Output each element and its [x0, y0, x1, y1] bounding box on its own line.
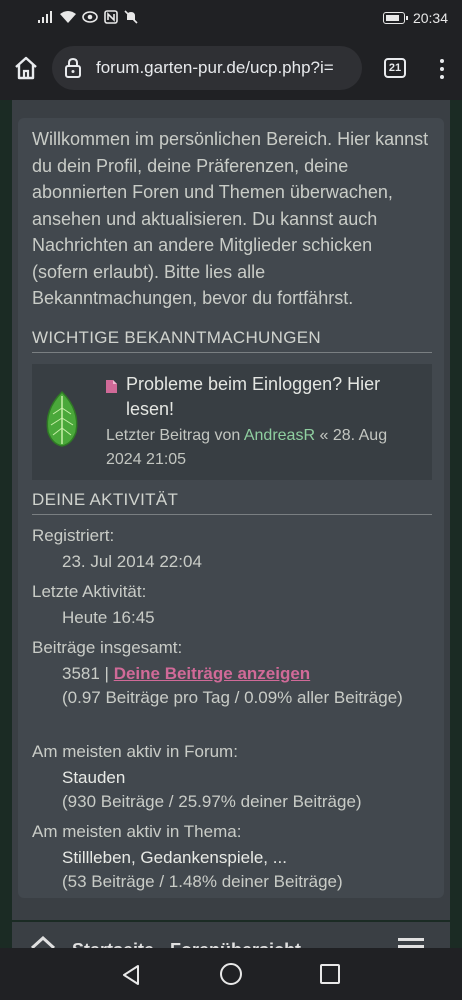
- home-circle-icon[interactable]: [220, 963, 242, 985]
- activity-heading: DEINE AKTIVITÄT: [32, 490, 179, 509]
- tab-switcher-button[interactable]: 21: [384, 58, 406, 78]
- status-bar: 20:34: [0, 0, 462, 38]
- battery-fill: [385, 15, 400, 21]
- eye-icon: [82, 11, 98, 27]
- address-bar[interactable]: forum.garten-pur.de/ucp.php?i=: [52, 46, 362, 90]
- divider: [32, 514, 432, 515]
- breadcrumb[interactable]: Startseite · Forenübersicht: [72, 940, 301, 948]
- footer-nav: Startseite · Forenübersicht: [0, 922, 462, 948]
- lock-icon: [64, 57, 82, 78]
- active-topic-value: Stillleben, Gedankenspiele, ... (53 Beit…: [62, 846, 432, 894]
- active-forum-stats: (930 Beiträge / 25.97% deiner Beiträge): [62, 792, 362, 811]
- page-content: Willkommen im persönlichen Bereich. Hier…: [0, 100, 462, 948]
- topic-title-link[interactable]: Probleme beim Einloggen? Hier lesen!: [126, 372, 426, 422]
- last-active-label: Letzte Aktivität:: [32, 582, 147, 601]
- last-post-info: Letzter Beitrag von AndreasR « 28. Aug 2…: [106, 424, 426, 472]
- signal-icon: [38, 11, 54, 27]
- battery-icon: [382, 12, 408, 24]
- wifi-icon: [60, 11, 76, 27]
- active-forum-value: Stauden (930 Beiträge / 25.97% deiner Be…: [62, 766, 432, 814]
- active-forum-label: Am meisten aktiv in Forum:: [32, 742, 238, 761]
- posts-value: 3581 | Deine Beiträge anzeigen (0.97 Bei…: [62, 662, 432, 710]
- system-nav-bar: [0, 948, 462, 1000]
- active-topic-stats: (53 Beiträge / 1.48% deiner Beiträge): [62, 872, 343, 891]
- nfc-icon: [104, 10, 118, 28]
- content-wrapper: Willkommen im persönlichen Bereich. Hier…: [12, 100, 450, 920]
- last-post-prefix: Letzter Beitrag von: [106, 427, 241, 444]
- username-link[interactable]: AndreasR: [244, 427, 315, 444]
- posts-stats: (0.97 Beiträge pro Tag / 0.09% aller Bei…: [62, 688, 403, 707]
- announcement-item[interactable]: Probleme beim Einloggen? Hier lesen! Let…: [32, 364, 432, 480]
- url-text: forum.garten-pur.de/ucp.php?i=: [96, 58, 334, 77]
- home-icon[interactable]: [12, 54, 40, 82]
- last-active-value: Heute 16:45: [62, 608, 155, 627]
- posts-label: Beiträge insgesamt:: [32, 638, 183, 657]
- status-icons: [38, 10, 138, 28]
- announcements-heading: WICHTIGE BEKANNTMACHUNGEN: [32, 328, 321, 347]
- view-posts-link[interactable]: Deine Beiträge anzeigen: [114, 664, 311, 683]
- registered-value: 23. Jul 2014 22:04: [62, 552, 202, 571]
- ucp-panel: Willkommen im persönlichen Bereich. Hier…: [18, 118, 444, 898]
- clock: 20:34: [412, 10, 448, 26]
- browser-toolbar: forum.garten-pur.de/ucp.php?i= 21: [0, 38, 462, 100]
- divider: [32, 352, 432, 353]
- leaf-icon: [40, 390, 84, 448]
- footer-inner: Startseite · Forenübersicht: [12, 922, 450, 948]
- mute-icon: [124, 10, 138, 28]
- active-topic-label: Am meisten aktiv in Thema:: [32, 822, 242, 841]
- status-right: 20:34: [382, 10, 448, 26]
- active-topic-link[interactable]: Stillleben, Gedankenspiele, ...: [62, 848, 287, 867]
- intro-text: Willkommen im persönlichen Bereich. Hier…: [32, 129, 429, 308]
- overflow-menu-icon[interactable]: [436, 56, 448, 82]
- home-icon[interactable]: [30, 935, 56, 948]
- document-icon: [106, 380, 117, 393]
- posts-count: 3581 |: [62, 664, 114, 683]
- hamburger-menu-icon[interactable]: [398, 938, 424, 948]
- registered-label: Registriert:: [32, 526, 115, 545]
- back-icon[interactable]: [120, 964, 142, 986]
- active-forum-link[interactable]: Stauden: [62, 768, 125, 787]
- recent-apps-icon[interactable]: [320, 964, 340, 984]
